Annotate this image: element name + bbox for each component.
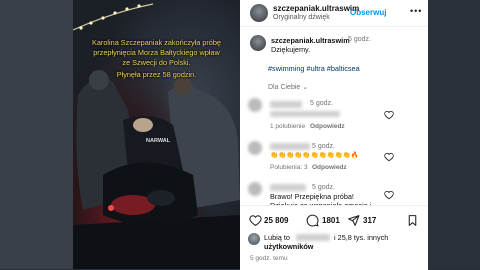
liked-by-username[interactable] — [296, 234, 330, 241]
more-options-icon[interactable]: ••• — [410, 6, 422, 16]
comment-text: 👏👏👏👏👏👏👏👏👏👏🔥 — [270, 152, 360, 159]
heart-icon[interactable] — [249, 214, 262, 227]
comment-likes[interactable]: Polubienia: 3 — [270, 164, 308, 171]
post-actions: 25 809 1801 317 Lubią to i 25,8 tys. inn… — [240, 205, 428, 270]
liked-by-suffix[interactable]: i 25,8 tys. innych — [334, 233, 388, 242]
caption-text: Dziękujemy. — [271, 45, 311, 54]
caption-username[interactable]: szczepaniak.ultraswim — [271, 36, 350, 45]
video-player[interactable]: Karolina Szczepaniak zakończyła próbę pr… — [73, 0, 240, 269]
video-overlay-caption: Karolina Szczepaniak zakończyła próbę pr… — [92, 38, 221, 67]
comment-heart-icon[interactable] — [384, 152, 394, 162]
comment-username[interactable] — [270, 143, 310, 150]
audio-label[interactable]: Oryginalny dźwięk — [273, 14, 330, 21]
share-icon[interactable] — [347, 214, 360, 227]
comment-text — [270, 111, 340, 117]
caption-hashtags[interactable]: #swimming #ultra #balticsea — [268, 64, 360, 73]
likes-count[interactable]: 25 809 — [264, 216, 288, 225]
caption-avatar[interactable] — [250, 35, 266, 51]
comment-avatar[interactable] — [248, 98, 262, 112]
comment-username[interactable] — [270, 184, 306, 191]
bookmark-icon[interactable] — [406, 214, 419, 227]
reply-button[interactable]: Odpowiedz — [310, 123, 345, 130]
comments-count[interactable]: 1801 — [322, 216, 340, 225]
post-time: 5 godz. temu — [250, 255, 288, 262]
comment-time: 5 godz. — [312, 143, 335, 150]
post-header: szczepaniak.ultraswim Oryginalny dźwięk … — [240, 0, 428, 27]
caption-time: 5 godz. — [348, 36, 371, 43]
comment-time: 5 godz. — [312, 184, 335, 191]
suit-text: NARWAL — [146, 138, 171, 144]
post-panel: szczepaniak.ultraswim Oryginalny dźwięk … — [240, 0, 428, 270]
follow-button[interactable]: Obserwuj — [350, 8, 386, 17]
comment-avatar[interactable] — [248, 141, 262, 155]
header-username[interactable]: szczepaniak.ultraswim — [273, 4, 359, 13]
avatar[interactable] — [250, 4, 268, 22]
comment-heart-icon[interactable] — [384, 110, 394, 120]
comment-text: Brawo! Przepiękna próba! — [270, 192, 354, 201]
comment-time: 5 godz. — [310, 100, 333, 107]
liked-by-line2[interactable]: użytkowników — [264, 242, 313, 251]
comment-avatar[interactable] — [248, 182, 262, 196]
comment-icon[interactable] — [306, 214, 319, 227]
video-overlay-duration: Płynęła przez 58 godzin. — [116, 70, 197, 79]
liked-by-avatar[interactable] — [248, 233, 260, 245]
reply-button[interactable]: Odpowiedz — [312, 164, 347, 171]
translate-link[interactable]: Dla Ciebie ⌄ — [268, 83, 308, 91]
liked-by-prefix: Lubią to — [264, 233, 290, 242]
shares-count[interactable]: 317 — [363, 216, 376, 225]
background-left — [0, 0, 73, 269]
comment-username[interactable] — [270, 101, 302, 108]
comment-heart-icon[interactable] — [384, 190, 394, 200]
background-right — [428, 0, 480, 269]
comment-likes[interactable]: 1 polubienie — [270, 123, 305, 130]
